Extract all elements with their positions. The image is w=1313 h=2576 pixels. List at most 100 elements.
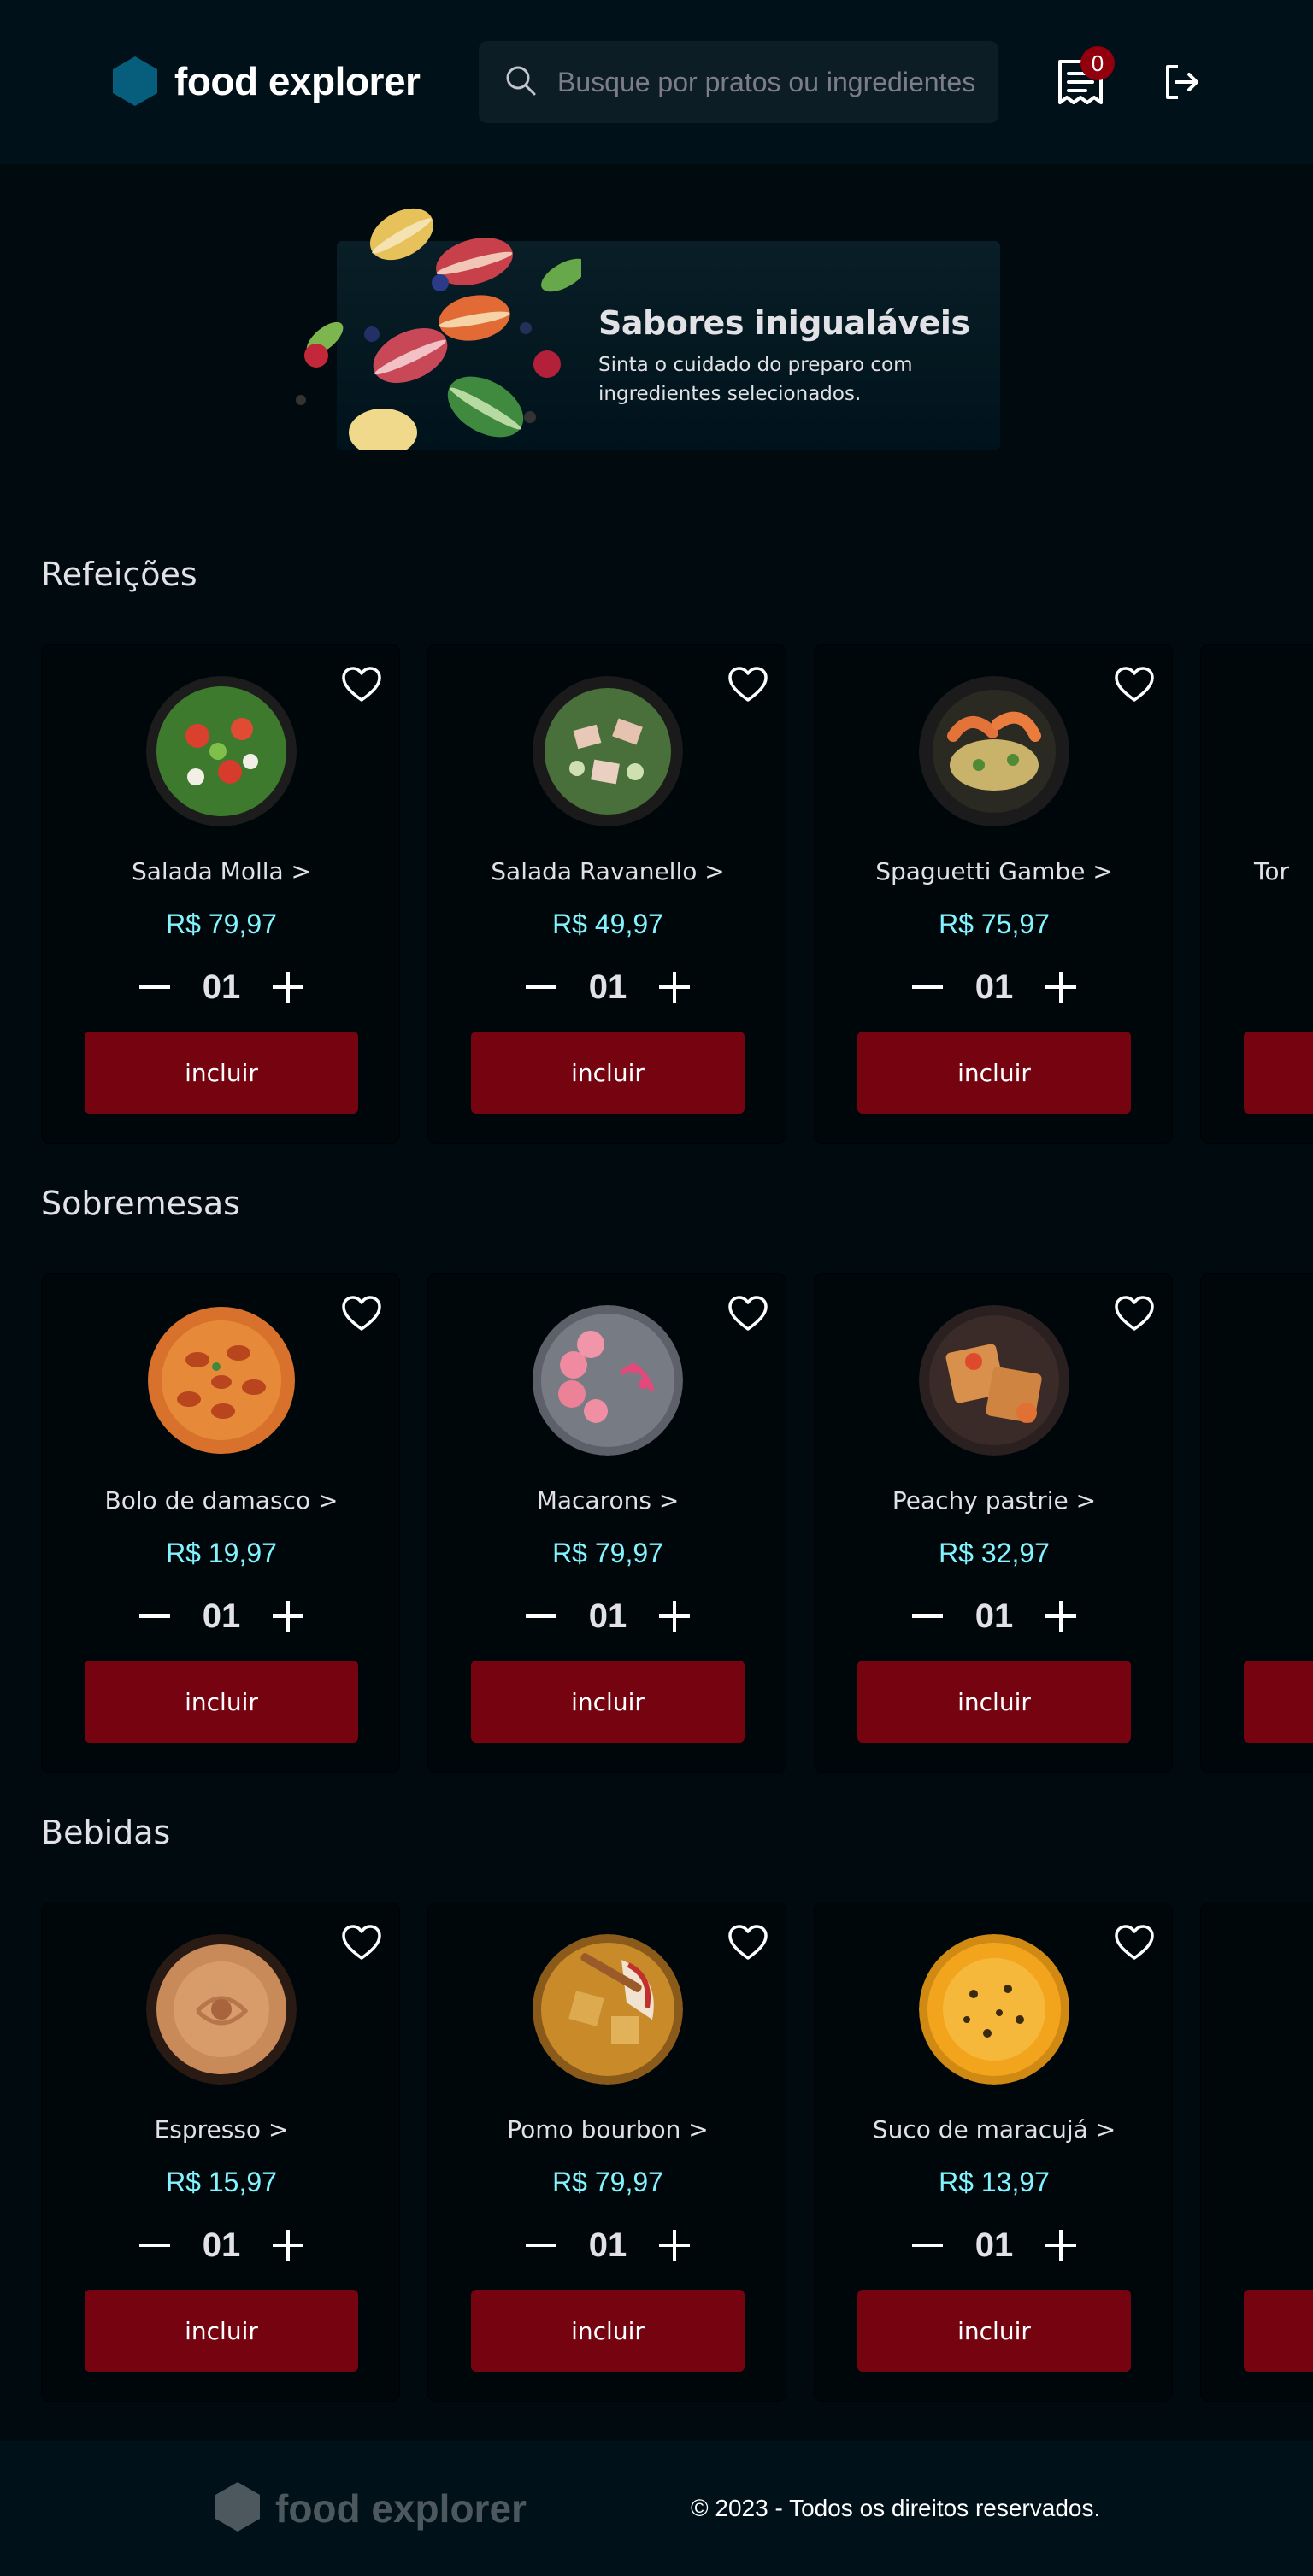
minus-icon[interactable] — [522, 2226, 560, 2264]
dish-name[interactable]: Macarons > — [428, 1486, 787, 1514]
heart-icon[interactable] — [727, 1295, 768, 1332]
quantity-stepper: 01 — [909, 1592, 1080, 1640]
banner-text: Sabores inigualáveis Sinta o cuidado do … — [598, 304, 992, 409]
quantity-value: 01 — [974, 1597, 1014, 1635]
section-title-meals: Refeições — [41, 556, 197, 593]
dish-name[interactable]: Tor — [1254, 857, 1313, 885]
dish-name[interactable]: Suco de maracujá > — [815, 2115, 1174, 2144]
plus-icon[interactable] — [1042, 1597, 1080, 1635]
dish-image[interactable] — [533, 1305, 683, 1456]
quantity-stepper: 01 — [136, 1592, 307, 1640]
dish-image[interactable] — [533, 1934, 683, 2085]
carousel-desserts[interactable]: Bolo de damasco > R$ 19,97 01 incluir Ma… — [41, 1273, 1313, 1773]
include-button[interactable]: incluir — [85, 1032, 358, 1114]
dish-card[interactable]: Bolo de damasco > R$ 19,97 01 incluir — [41, 1273, 400, 1773]
dish-image[interactable] — [919, 1934, 1069, 2085]
include-button[interactable]: incluir — [471, 2290, 745, 2372]
dish-price: R$ 75,97 — [939, 909, 1050, 939]
minus-icon[interactable] — [136, 968, 174, 1006]
minus-icon[interactable] — [136, 2226, 174, 2264]
plus-icon[interactable] — [1042, 968, 1080, 1006]
quantity-value: 01 — [202, 967, 241, 1006]
dish-price: R$ 79,97 — [552, 2167, 663, 2197]
dish-name[interactable]: Pomo bourbon > — [428, 2115, 787, 2144]
dish-image[interactable] — [146, 1305, 297, 1456]
dish-image[interactable] — [533, 676, 683, 826]
search-bar[interactable] — [479, 41, 998, 123]
dish-card[interactable]: Salada Molla > R$ 79,97 01 incluir — [41, 644, 400, 1144]
dish-card[interactable]: Espresso > R$ 15,97 01 incluir — [41, 1903, 400, 2402]
heart-icon[interactable] — [341, 1295, 382, 1332]
quantity-stepper: 01 — [909, 963, 1080, 1011]
header: food explorer 0 — [0, 0, 1313, 164]
section-title-drinks: Bebidas — [41, 1814, 171, 1851]
include-button[interactable] — [1244, 1661, 1313, 1743]
dish-price: R$ 19,97 — [166, 1538, 277, 1568]
dish-image[interactable] — [146, 676, 297, 826]
plus-icon[interactable] — [656, 2226, 693, 2264]
macarons-illustration — [296, 208, 581, 450]
search-icon — [504, 64, 537, 100]
heart-icon[interactable] — [1114, 1924, 1155, 1961]
include-button[interactable]: incluir — [85, 1661, 358, 1743]
heart-icon[interactable] — [727, 666, 768, 703]
dish-name[interactable]: Spaguetti Gambe > — [815, 857, 1174, 885]
include-button[interactable]: incluir — [857, 2290, 1131, 2372]
dish-card[interactable] — [1200, 1273, 1313, 1773]
plus-icon[interactable] — [269, 1597, 307, 1635]
footer: food explorer © 2023 - Todos os direitos… — [0, 2441, 1313, 2576]
minus-icon[interactable] — [909, 968, 946, 1006]
minus-icon[interactable] — [522, 968, 560, 1006]
include-button[interactable] — [1244, 1032, 1313, 1114]
include-button[interactable]: incluir — [857, 1032, 1131, 1114]
include-button[interactable] — [1244, 2290, 1313, 2372]
minus-icon[interactable] — [522, 1597, 560, 1635]
include-button[interactable]: incluir — [85, 2290, 358, 2372]
heart-icon[interactable] — [727, 1924, 768, 1961]
dish-name[interactable]: Bolo de damasco > — [42, 1486, 401, 1514]
include-button[interactable]: incluir — [471, 1032, 745, 1114]
dish-card[interactable]: Tor — [1200, 644, 1313, 1144]
banner-subtitle-line-1: Sinta o cuidado do preparo com — [598, 354, 913, 376]
minus-icon[interactable] — [909, 1597, 946, 1635]
dish-image[interactable] — [919, 676, 1069, 826]
dish-image[interactable] — [146, 1934, 297, 2085]
carousel-meals[interactable]: Salada Molla > R$ 79,97 01 incluir Salad… — [41, 644, 1313, 1144]
quantity-value: 01 — [588, 967, 627, 1006]
dish-card[interactable] — [1200, 1903, 1313, 2402]
dish-name[interactable]: Peachy pastrie > — [815, 1486, 1174, 1514]
carousel-drinks[interactable]: Espresso > R$ 15,97 01 incluir Pomo bour… — [41, 1903, 1313, 2402]
dish-name[interactable]: Espresso > — [42, 2115, 401, 2144]
minus-icon[interactable] — [909, 2226, 946, 2264]
heart-icon[interactable] — [341, 666, 382, 703]
include-button[interactable]: incluir — [857, 1661, 1131, 1743]
heart-icon[interactable] — [1114, 666, 1155, 703]
plus-icon[interactable] — [656, 968, 693, 1006]
include-button[interactable]: incluir — [471, 1661, 745, 1743]
plus-icon[interactable] — [269, 968, 307, 1006]
quantity-value: 01 — [974, 967, 1014, 1006]
dish-card[interactable]: Spaguetti Gambe > R$ 75,97 01 incluir — [814, 644, 1173, 1144]
quantity-stepper: 01 — [136, 963, 307, 1011]
quantity-stepper: 01 — [136, 2221, 307, 2269]
dish-name[interactable]: Salada Molla > — [42, 857, 401, 885]
plus-icon[interactable] — [269, 2226, 307, 2264]
dish-card[interactable]: Macarons > R$ 79,97 01 incluir — [427, 1273, 786, 1773]
dish-card[interactable]: Peachy pastrie > R$ 32,97 01 incluir — [814, 1273, 1173, 1773]
heart-icon[interactable] — [341, 1924, 382, 1961]
plus-icon[interactable] — [1042, 2226, 1080, 2264]
dish-card[interactable]: Salada Ravanello > R$ 49,97 01 incluir — [427, 644, 786, 1144]
dish-card[interactable]: Suco de maracujá > R$ 13,97 01 incluir — [814, 1903, 1173, 2402]
dish-name[interactable]: Salada Ravanello > — [428, 857, 787, 885]
plus-icon[interactable] — [656, 1597, 693, 1635]
heart-icon[interactable] — [1114, 1295, 1155, 1332]
quantity-stepper: 01 — [909, 2221, 1080, 2269]
dish-image[interactable] — [919, 1305, 1069, 1456]
minus-icon[interactable] — [136, 1597, 174, 1635]
dish-card[interactable]: Pomo bourbon > R$ 79,97 01 incluir — [427, 1903, 786, 2402]
logout-icon[interactable] — [1161, 62, 1202, 103]
search-input[interactable] — [557, 66, 976, 98]
brand-name: food explorer — [174, 59, 421, 103]
brand-logo[interactable]: food explorer — [111, 53, 421, 109]
quantity-stepper: 01 — [522, 1592, 693, 1640]
